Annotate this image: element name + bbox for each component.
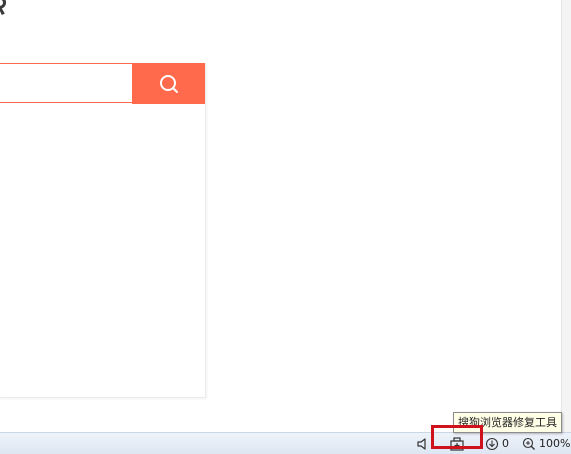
zoom-in-icon: [522, 437, 535, 450]
highlight-box: [431, 425, 483, 449]
search-icon: [159, 74, 178, 93]
download-count: 0: [502, 437, 509, 450]
downloads-button[interactable]: 0: [485, 433, 509, 454]
page-heading-fragment: २: [0, 0, 9, 21]
zoom-level: 100%: [539, 437, 571, 450]
browser-viewport: २ 0 100% 搜狗浏览器修复工具: [0, 0, 571, 454]
vertical-scrollbar[interactable]: [561, 0, 571, 432]
download-icon: [485, 437, 499, 450]
search-input[interactable]: [0, 63, 132, 103]
search-button[interactable]: [132, 63, 205, 104]
speaker-icon: [417, 437, 426, 450]
search-panel: [0, 63, 206, 398]
zoom-button[interactable]: 100%: [522, 433, 570, 454]
status-bar: 0 100%: [0, 432, 571, 454]
speaker-button[interactable]: [416, 433, 430, 454]
